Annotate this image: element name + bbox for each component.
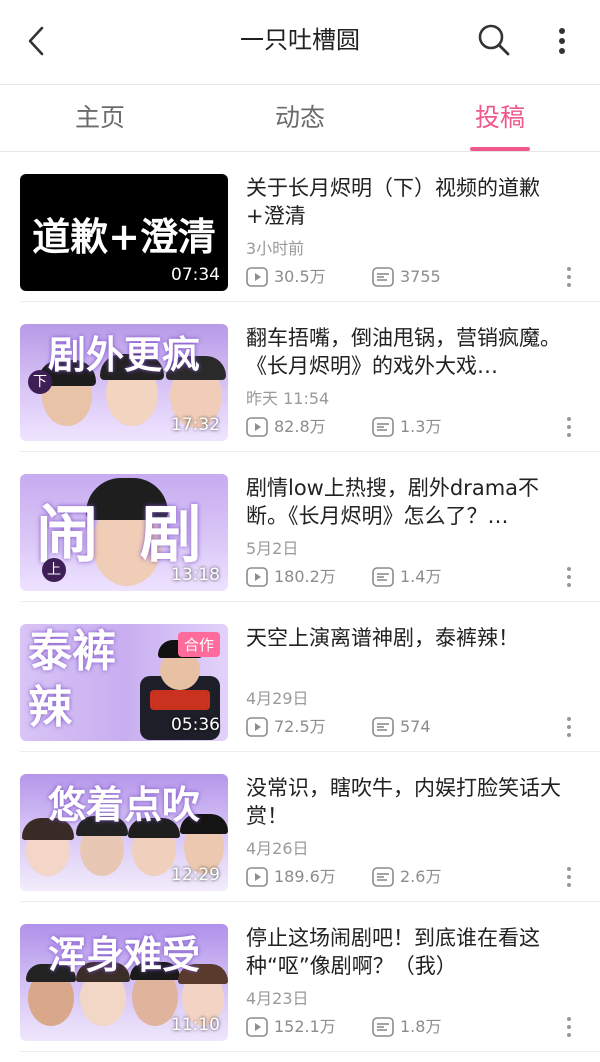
play-count: 152.1万 bbox=[274, 1017, 336, 1036]
item-more-icon[interactable] bbox=[564, 1015, 574, 1039]
thumbnail-caption: 道歉+澄清 bbox=[32, 214, 216, 259]
tab-dynamics[interactable]: 动态 bbox=[240, 85, 360, 151]
video-thumbnail[interactable]: 道歉+澄清 07:34 bbox=[20, 174, 228, 291]
danmaku-count-icon bbox=[372, 567, 394, 587]
video-item[interactable]: 悠着点吹 12:29 没常识，瞎吹牛，内娱打脸笑话大赏！ 4月26日 189.6… bbox=[0, 752, 600, 902]
video-title[interactable]: 没常识，瞎吹牛，内娱打脸笑话大赏！ bbox=[246, 774, 576, 830]
video-duration: 13:18 bbox=[171, 565, 220, 585]
play-count: 189.6万 bbox=[274, 867, 336, 886]
danmaku-count: 3755 bbox=[400, 267, 441, 286]
more-options-icon[interactable] bbox=[550, 22, 574, 60]
danmaku-count-icon bbox=[372, 717, 394, 737]
thumbnail-caption: 悠着点吹 bbox=[47, 782, 200, 827]
danmaku-count: 574 bbox=[400, 717, 431, 736]
search-icon[interactable] bbox=[474, 20, 514, 60]
item-more-icon[interactable] bbox=[564, 415, 574, 439]
item-divider bbox=[20, 1051, 600, 1052]
danmaku-count: 1.4万 bbox=[400, 567, 442, 586]
publish-time: 4月23日 bbox=[246, 989, 309, 1008]
item-more-icon[interactable] bbox=[564, 715, 574, 739]
play-count-icon bbox=[246, 417, 268, 437]
publish-time: 5月2日 bbox=[246, 539, 299, 558]
play-count: 30.5万 bbox=[274, 267, 326, 286]
danmaku-count-icon bbox=[372, 267, 394, 287]
video-duration: 05:36 bbox=[171, 715, 220, 735]
video-item[interactable]: 闹 剧 上 13:18 剧情low上热搜，剧外drama不断。《长月烬明》怎么了… bbox=[0, 452, 600, 602]
play-count-icon bbox=[246, 717, 268, 737]
danmaku-count: 1.8万 bbox=[400, 1017, 442, 1036]
collab-badge: 合作 bbox=[177, 632, 220, 657]
item-more-icon[interactable] bbox=[564, 565, 574, 589]
tab-home[interactable]: 主页 bbox=[40, 85, 160, 151]
danmaku-count-icon bbox=[372, 1017, 394, 1037]
video-duration: 07:34 bbox=[171, 265, 220, 285]
part-badge: 上 bbox=[42, 558, 66, 582]
thumbnail-caption: 泰裤辣 bbox=[28, 626, 116, 733]
tab-submissions[interactable]: 投稿 bbox=[440, 85, 560, 151]
video-title[interactable]: 关于长月烬明（下）视频的道歉+澄清 bbox=[246, 174, 576, 230]
video-thumbnail[interactable]: 泰裤辣 合作 05:36 bbox=[20, 624, 228, 741]
video-title[interactable]: 剧情low上热搜，剧外drama不断。《长月烬明》怎么了？… bbox=[246, 474, 576, 530]
item-more-icon[interactable] bbox=[564, 865, 574, 889]
play-count: 72.5万 bbox=[274, 717, 326, 736]
play-count: 180.2万 bbox=[274, 567, 336, 586]
play-count-icon bbox=[246, 867, 268, 887]
part-badge: 下 bbox=[28, 370, 52, 394]
video-title[interactable]: 翻车捂嘴，倒油甩锅，营销疯魔。《长月烬明》的戏外大戏… bbox=[246, 324, 576, 380]
thumbnail-caption: 剧外更疯 bbox=[47, 332, 200, 377]
publish-time: 4月26日 bbox=[246, 839, 309, 858]
tab-bar: 主页 动态 投稿 bbox=[0, 85, 600, 151]
danmaku-count-icon bbox=[372, 417, 394, 437]
video-item[interactable]: 浑身难受 11:10 停止这场闹剧吧！到底谁在看这种“呕”像剧啊？（我） 4月2… bbox=[0, 902, 600, 1052]
video-item[interactable]: 泰裤辣 合作 05:36 天空上演离谱神剧，泰裤辣！ 4月29日 72.5万 5… bbox=[0, 602, 600, 752]
top-bar: 一只吐槽圆 bbox=[0, 0, 600, 84]
danmaku-count: 1.3万 bbox=[400, 417, 442, 436]
video-duration: 11:10 bbox=[171, 1015, 220, 1035]
video-duration: 17:32 bbox=[171, 415, 220, 435]
publish-time: 3小时前 bbox=[246, 239, 305, 258]
item-more-icon[interactable] bbox=[564, 265, 574, 289]
video-thumbnail[interactable]: 剧外更疯 下 17:32 bbox=[20, 324, 228, 441]
video-item[interactable]: 剧外更疯 下 17:32 翻车捂嘴，倒油甩锅，营销疯魔。《长月烬明》的戏外大戏…… bbox=[0, 302, 600, 452]
video-title[interactable]: 停止这场闹剧吧！到底谁在看这种“呕”像剧啊？（我） bbox=[246, 924, 576, 980]
publish-time: 昨天 11:54 bbox=[246, 389, 330, 408]
video-title[interactable]: 天空上演离谱神剧，泰裤辣！ bbox=[246, 624, 576, 680]
play-count-icon bbox=[246, 267, 268, 287]
publish-time: 4月29日 bbox=[246, 689, 309, 708]
play-count-icon bbox=[246, 567, 268, 587]
video-duration: 12:29 bbox=[171, 865, 220, 885]
play-count-icon bbox=[246, 1017, 268, 1037]
thumbnail-caption: 浑身难受 bbox=[47, 932, 200, 977]
video-thumbnail[interactable]: 悠着点吹 12:29 bbox=[20, 774, 228, 891]
danmaku-count-icon bbox=[372, 867, 394, 887]
video-item[interactable]: 道歉+澄清 07:34 关于长月烬明（下）视频的道歉+澄清 3小时前 30.5万… bbox=[0, 152, 600, 302]
danmaku-count: 2.6万 bbox=[400, 867, 442, 886]
video-thumbnail[interactable]: 浑身难受 11:10 bbox=[20, 924, 228, 1041]
play-count: 82.8万 bbox=[274, 417, 326, 436]
video-thumbnail[interactable]: 闹 剧 上 13:18 bbox=[20, 474, 228, 591]
